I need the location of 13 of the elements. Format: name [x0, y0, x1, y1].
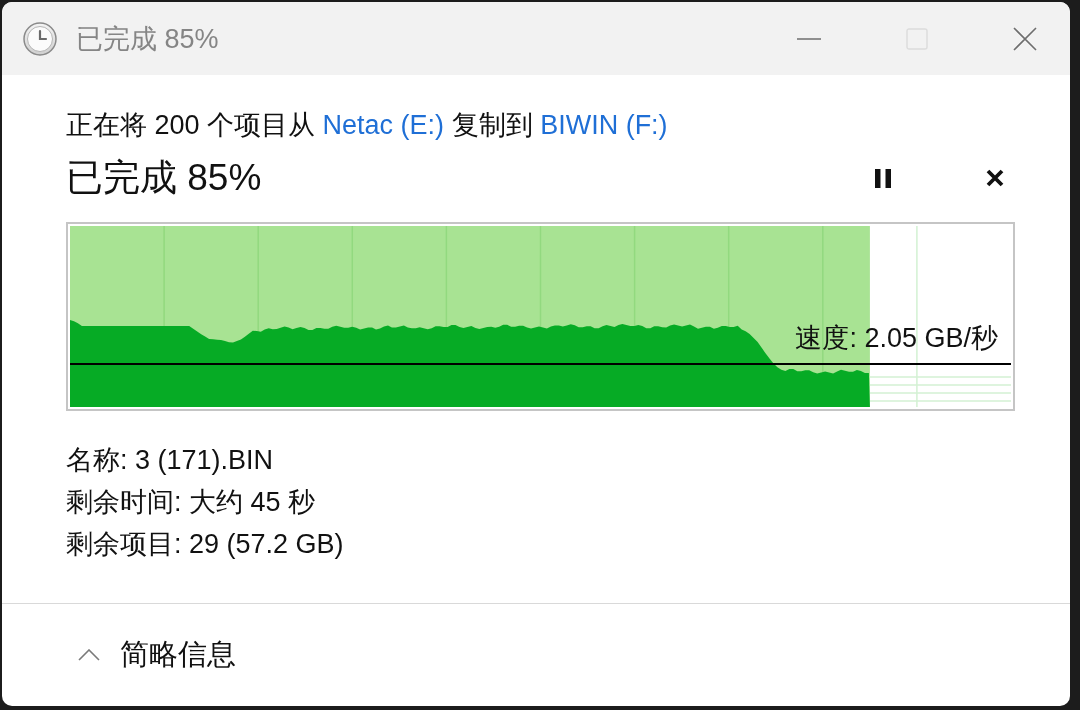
clock-icon [23, 21, 57, 56]
pause-icon [875, 168, 891, 188]
fewer-details-button[interactable]: 简略信息 [72, 631, 242, 679]
detail-text: 名称: 3 (171).BIN [66, 444, 274, 477]
detail-text: 剩余项目: 29 (57.2 GB) [66, 528, 344, 561]
progress-heading: 已完成 85% [66, 156, 262, 200]
copy-description: 正在将 200 个项目从 Netac (E:) 复制到 BIWIN (F:) [66, 109, 668, 142]
detail-text: 剩余时间: 大约 45 秒 [66, 486, 316, 519]
close-icon [986, 169, 1004, 187]
drive-link[interactable]: BIWIN (F:) [540, 110, 668, 140]
drive-link[interactable]: Netac (E:) [322, 110, 445, 140]
window-title: 已完成 85% [76, 22, 219, 56]
speed-label: 速度: 2.05 GB/秒 [795, 322, 998, 354]
